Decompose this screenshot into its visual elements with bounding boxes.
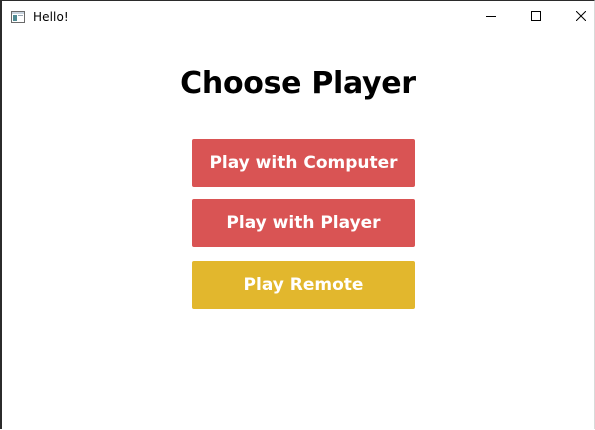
play-remote-button[interactable]: Play Remote <box>192 261 415 309</box>
minimize-icon <box>486 8 496 26</box>
app-window: Hello! Choose Player Play with Computer … <box>0 0 595 429</box>
play-with-computer-button[interactable]: Play with Computer <box>192 139 415 187</box>
close-icon <box>575 8 587 26</box>
maximize-icon <box>531 8 541 26</box>
close-button[interactable] <box>558 1 595 32</box>
play-with-player-button[interactable]: Play with Player <box>192 199 415 247</box>
page-title: Choose Player <box>180 66 416 101</box>
maximize-button[interactable] <box>513 1 559 32</box>
content-area: Choose Player Play with Computer Play wi… <box>2 32 594 430</box>
title-bar[interactable]: Hello! <box>2 1 594 32</box>
app-icon <box>11 10 25 23</box>
minimize-button[interactable] <box>468 1 514 32</box>
window-title: Hello! <box>33 10 69 24</box>
